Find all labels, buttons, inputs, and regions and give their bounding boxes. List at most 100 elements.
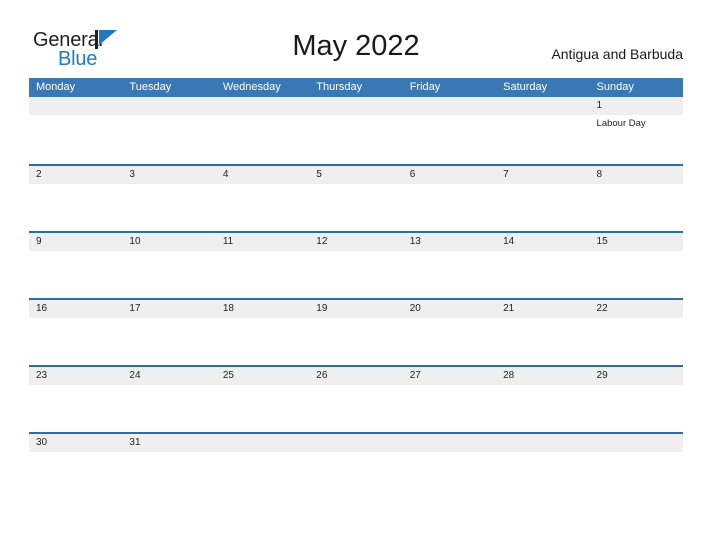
day-cell-20[interactable]: 20 (403, 300, 496, 365)
weekday-header-monday: Monday (36, 81, 76, 93)
day-number: 26 (316, 370, 328, 381)
day-cell-16[interactable]: 16 (29, 300, 122, 365)
day-cell-31[interactable]: 31 (122, 434, 215, 499)
day-cell-9[interactable]: 9 (29, 233, 122, 298)
day-number: 1 (596, 100, 603, 111)
weekday-header-friday: Friday (409, 81, 441, 93)
day-number (36, 97, 122, 115)
week-cells: 2 3 4 5 6 7 8 (29, 166, 683, 231)
weekday-header-saturday: Saturday (503, 81, 548, 93)
calendar-week-row: 9 10 11 12 13 14 15 (29, 231, 683, 298)
holiday-event: Labour Day (596, 118, 646, 129)
calendar-page: General Blue May 2022 Antigua and Barbud… (0, 0, 712, 550)
day-cell-2[interactable]: 2 (29, 166, 122, 231)
day-cell-23[interactable]: 23 (29, 367, 122, 432)
day-number (597, 434, 683, 452)
day-cell-26[interactable]: 26 (309, 367, 402, 432)
day-number: 11 (222, 236, 234, 247)
day-number: 2 (36, 169, 42, 180)
day-number: 9 (36, 236, 42, 247)
day-cell-24[interactable]: 24 (122, 367, 215, 432)
day-number (503, 97, 589, 115)
day-number: 22 (596, 303, 608, 314)
day-cell-empty (403, 434, 496, 499)
week-cells: 16 17 18 19 20 21 22 (29, 300, 683, 365)
day-number (316, 434, 402, 452)
day-number (223, 434, 309, 452)
day-number: 14 (503, 236, 515, 247)
day-cell-22[interactable]: 22 (590, 300, 683, 365)
day-cell-empty (29, 97, 122, 162)
calendar-week-row: 2 3 4 5 6 7 8 (29, 164, 683, 231)
day-number (503, 434, 589, 452)
day-number: 5 (316, 169, 322, 180)
day-number: 12 (316, 236, 328, 247)
day-cell-25[interactable]: 25 (216, 367, 309, 432)
day-cell-30[interactable]: 30 (29, 434, 122, 499)
day-number: 27 (409, 370, 421, 381)
day-cell-17[interactable]: 17 (122, 300, 215, 365)
day-cell-empty (216, 434, 309, 499)
day-cell-13[interactable]: 13 (403, 233, 496, 298)
day-cell-18[interactable]: 18 (216, 300, 309, 365)
day-events: Labour Day (597, 115, 683, 130)
day-cell-7[interactable]: 7 (496, 166, 589, 231)
day-cell-15[interactable]: 15 (590, 233, 683, 298)
day-number: 25 (222, 370, 234, 381)
week-cells: 9 10 11 12 13 14 15 (29, 233, 683, 298)
weekday-header-sunday: Sunday (596, 81, 634, 93)
day-cell-empty (309, 97, 402, 162)
day-number: 19 (316, 303, 328, 314)
day-number: 28 (503, 370, 515, 381)
day-number: 6 (409, 169, 416, 180)
day-cell-29[interactable]: 29 (590, 367, 683, 432)
day-cell-11[interactable]: 11 (216, 233, 309, 298)
day-number: 20 (409, 303, 421, 314)
day-cell-empty (496, 97, 589, 162)
day-cell-19[interactable]: 19 (309, 300, 402, 365)
day-number: 17 (129, 303, 141, 314)
weekday-header-row: Monday Tuesday Wednesday Thursday Friday Satu… (29, 78, 683, 97)
calendar-week-row: 1 Labour Day (29, 97, 683, 164)
day-cell-28[interactable]: 28 (496, 367, 589, 432)
calendar-grid: Monday Tuesday Wednesday Thursday Friday Satu… (29, 78, 683, 499)
day-cell-empty (403, 97, 496, 162)
page-header: General Blue May 2022 Antigua and Barbud… (0, 0, 712, 78)
day-number (316, 97, 402, 115)
day-number: 13 (409, 236, 421, 247)
day-cell-empty (496, 434, 589, 499)
weekday-header-tuesday: Tuesday (129, 81, 172, 93)
day-cell-empty (122, 97, 215, 162)
day-number: 15 (596, 236, 608, 247)
calendar-week-row: 30 31 (29, 432, 683, 499)
day-number: 3 (129, 169, 135, 180)
day-number: 18 (222, 303, 234, 314)
day-cell-empty (590, 434, 683, 499)
day-cell-3[interactable]: 3 (122, 166, 215, 231)
day-cell-8[interactable]: 8 (590, 166, 683, 231)
day-cell-6[interactable]: 6 (403, 166, 496, 231)
day-cell-10[interactable]: 10 (122, 233, 215, 298)
day-number: 10 (129, 236, 141, 247)
day-cell-4[interactable]: 4 (216, 166, 309, 231)
day-number: 31 (129, 437, 141, 448)
day-number: 23 (36, 370, 48, 381)
day-cell-21[interactable]: 21 (496, 300, 589, 365)
day-number (129, 97, 215, 115)
day-cell-14[interactable]: 14 (496, 233, 589, 298)
country-label: Antigua and Barbuda (551, 46, 683, 62)
day-cell-empty (309, 434, 402, 499)
day-number (223, 97, 309, 115)
weekday-header-thursday: Thursday (316, 81, 363, 93)
day-cell-1[interactable]: 1 Labour Day (590, 97, 683, 162)
day-number: 29 (596, 370, 608, 381)
day-cell-27[interactable]: 27 (403, 367, 496, 432)
day-number: 21 (503, 303, 515, 314)
day-number: 16 (36, 303, 48, 314)
day-number (410, 97, 496, 115)
day-cell-12[interactable]: 12 (309, 233, 402, 298)
calendar-week-row: 23 24 25 26 27 28 29 (29, 365, 683, 432)
week-cells: 23 24 25 26 27 28 29 (29, 367, 683, 432)
day-number: 24 (129, 370, 141, 381)
day-cell-5[interactable]: 5 (309, 166, 402, 231)
